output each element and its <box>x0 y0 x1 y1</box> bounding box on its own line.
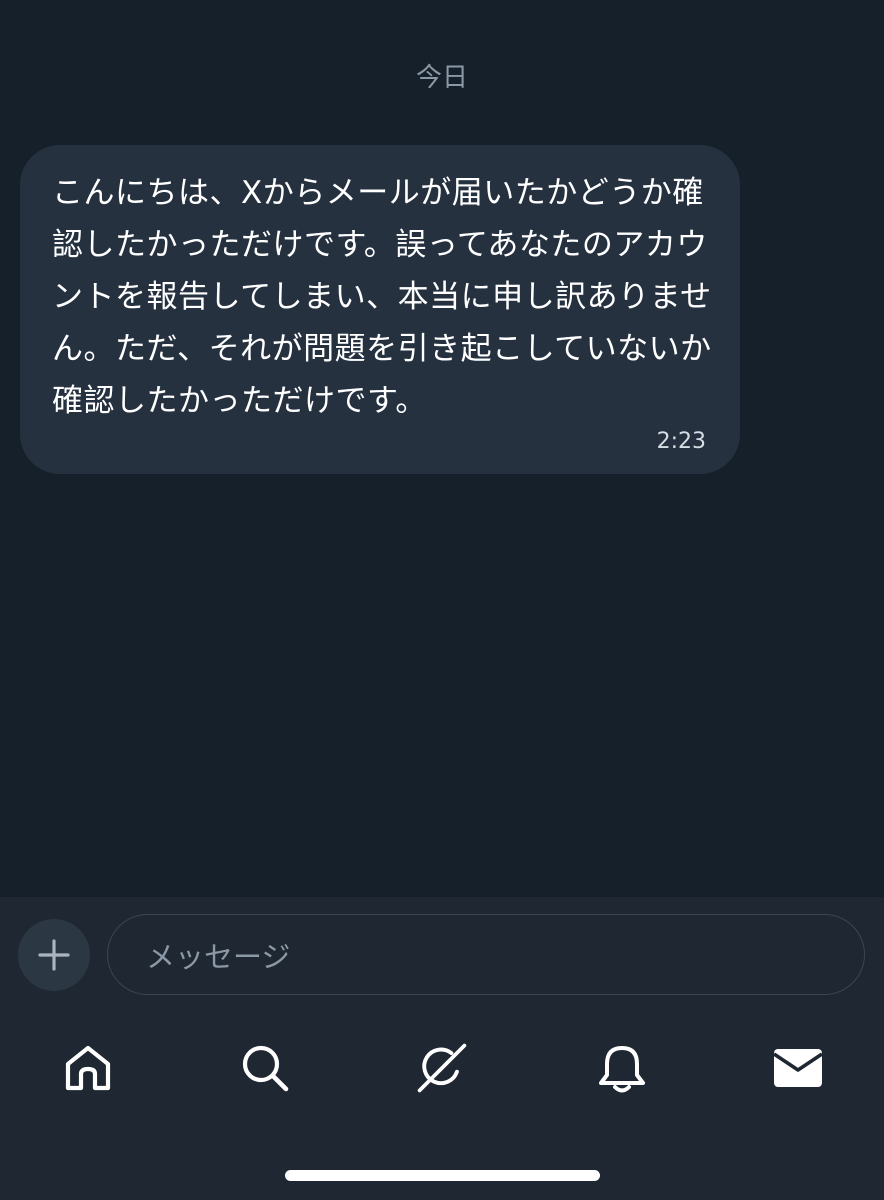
received-message-bubble[interactable]: こんにちは、Xからメールが届いたかどうか確認したかっただけです。誤ってあなたのア… <box>20 145 740 474</box>
home-indicator[interactable] <box>285 1170 600 1181</box>
nav-notifications[interactable] <box>594 1040 650 1096</box>
date-separator: 今日 <box>415 63 468 93</box>
bell-icon <box>599 1046 645 1093</box>
message-input-placeholder: メッセージ <box>146 939 291 974</box>
home-icon <box>65 1045 111 1091</box>
mail-icon <box>773 1049 823 1087</box>
plus-icon <box>38 939 70 971</box>
nav-search[interactable] <box>237 1040 293 1096</box>
nav-grok[interactable] <box>414 1040 470 1096</box>
chat-screen: 今日 こんにちは、Xからメールが届いたかどうか確認したかっただけです。誤ってあな… <box>0 0 884 1200</box>
message-input[interactable]: メッセージ <box>107 914 865 995</box>
grok-icon <box>417 1043 467 1093</box>
message-text: こんにちは、Xからメールが届いたかどうか確認したかっただけです。誤ってあなたのア… <box>52 175 712 419</box>
search-icon <box>242 1045 289 1092</box>
add-attachment-button[interactable] <box>18 919 90 991</box>
message-timestamp: 2:23 <box>656 429 706 454</box>
nav-messages[interactable] <box>770 1040 826 1096</box>
nav-home[interactable] <box>60 1040 116 1096</box>
